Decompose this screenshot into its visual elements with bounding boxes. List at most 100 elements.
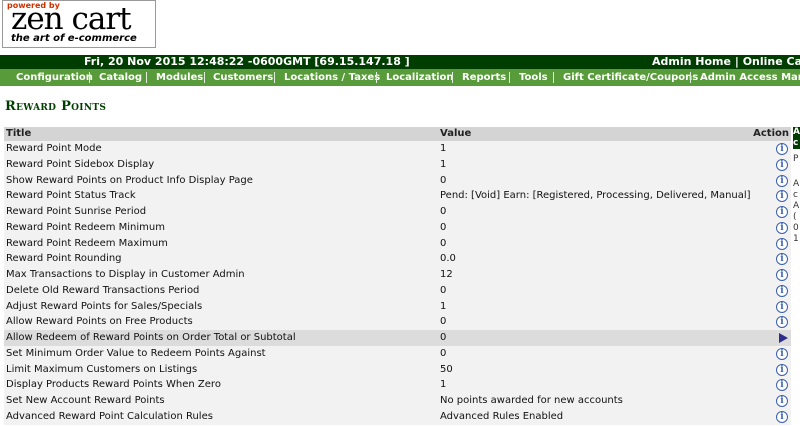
table-row[interactable]: Reward Point Rounding 0.0 i	[4, 251, 791, 267]
row-title: Display Products Reward Points When Zero	[6, 379, 221, 391]
current-row-arrow-icon[interactable]	[779, 333, 788, 343]
row-title: Limit Maximum Customers on Listings	[6, 363, 198, 375]
table-row[interactable]: Reward Point Status Track Pend: [Void] Ea…	[4, 188, 791, 204]
info-icon[interactable]: i	[776, 395, 788, 407]
online-catalog-link[interactable]: Online Catalog	[743, 55, 800, 68]
row-value: 50	[440, 363, 453, 375]
table-row[interactable]: Set Minimum Order Value to Redeem Points…	[4, 345, 791, 362]
row-title: Reward Point Status Track	[6, 190, 136, 202]
info-icon[interactable]: i	[776, 174, 788, 187]
column-header-action: Action	[753, 128, 789, 139]
menu-divider	[452, 72, 453, 83]
menu-reports[interactable]: Reports	[462, 69, 506, 86]
row-title: Reward Point Redeem Maximum	[6, 237, 168, 249]
table-row[interactable]: Show Reward Points on Product Info Displ…	[4, 172, 791, 189]
info-icon[interactable]: i	[776, 237, 788, 250]
info-icon[interactable]: i	[776, 143, 788, 155]
row-value: 0.0	[440, 253, 456, 265]
table-row[interactable]: Delete Old Reward Transactions Period 0 i	[4, 282, 791, 299]
page-title: Reward Points	[5, 99, 107, 114]
menu-divider	[509, 72, 510, 83]
table-row[interactable]: Reward Point Redeem Minimum 0 i	[4, 219, 791, 236]
info-icon[interactable]: i	[776, 190, 788, 203]
menu-divider	[376, 72, 377, 83]
zen-cart-logo[interactable]: powered by zen cart the art of e-commerc…	[2, 0, 156, 48]
info-icon[interactable]: i	[776, 206, 788, 218]
menu-divider	[274, 72, 275, 83]
row-title: Reward Point Sunrise Period	[6, 206, 147, 217]
table-row[interactable]: Advanced Reward Point Calculation Rules A…	[4, 408, 791, 425]
menu-gift-certificate-coupons[interactable]: Gift Certificate/Coupons	[563, 69, 698, 86]
row-title: Allow Redeem of Reward Points on Order T…	[6, 332, 296, 343]
table-body: Reward Point Mode 1 i Reward Point Sidebox …	[4, 141, 791, 425]
row-value: 0	[440, 332, 447, 343]
table-row[interactable]: Adjust Reward Points for Sales/Specials 1…	[4, 298, 791, 315]
menu-tools[interactable]: Tools	[519, 69, 548, 86]
info-icon[interactable]: i	[776, 300, 788, 313]
menu-localization[interactable]: Localization	[386, 69, 454, 86]
info-icon[interactable]: i	[776, 158, 788, 171]
table-row[interactable]: Limit Maximum Customers on Listings 50 i	[4, 361, 791, 378]
menu-admin-access-management[interactable]: Admin Access Management	[700, 69, 800, 86]
row-value: 1	[440, 143, 447, 154]
menu-customers[interactable]: Customers	[213, 69, 273, 86]
side-info-panel: A c P A c A ( 0 1	[793, 127, 800, 426]
table-row[interactable]: Reward Point Sunrise Period 0 i	[4, 204, 791, 220]
info-icon[interactable]: i	[776, 347, 788, 360]
row-value: Pend: [Void] Earn: [Registered, Processi…	[440, 190, 751, 202]
row-title: Reward Point Mode	[6, 143, 102, 154]
menu-locations-taxes[interactable]: Locations / Taxes	[284, 69, 380, 86]
logo-brand: zen cart	[11, 1, 132, 37]
table-row-selected[interactable]: Allow Redeem of Reward Points on Order T…	[4, 330, 791, 346]
side-header-char: A	[793, 127, 800, 137]
side-header-char: c	[793, 138, 799, 148]
logo-tagline: the art of e-commerce	[11, 33, 137, 44]
row-value: 1	[440, 379, 447, 391]
info-icon[interactable]: i	[776, 316, 788, 329]
row-value: 1	[440, 300, 447, 312]
row-value: 12	[440, 269, 453, 280]
row-title: Set New Account Reward Points	[6, 395, 165, 406]
info-icon[interactable]: i	[776, 410, 788, 423]
side-info-header: A c	[793, 127, 800, 149]
admin-home-link[interactable]: Admin Home	[652, 55, 731, 68]
header-separator: |	[734, 55, 739, 68]
table-row[interactable]: Allow Reward Points on Free Products 0 i	[4, 314, 791, 330]
table-row[interactable]: Reward Point Sidebox Display 1 i	[4, 156, 791, 173]
row-value: 0	[440, 316, 447, 328]
row-title: Show Reward Points on Product Info Displ…	[6, 174, 253, 186]
info-icon[interactable]: i	[776, 379, 788, 392]
admin-header-bar: Fri, 20 Nov 2015 12:48:22 -0600GMT [69.1…	[0, 55, 800, 69]
row-title: Reward Point Rounding	[6, 253, 122, 265]
admin-menu-bar: Configuration Catalog Modules Customers …	[0, 69, 800, 86]
info-icon[interactable]: i	[776, 363, 788, 376]
info-icon[interactable]: i	[776, 221, 788, 234]
side-text-char: P	[793, 154, 799, 164]
info-icon[interactable]: i	[776, 269, 788, 281]
row-title: Advanced Reward Point Calculation Rules	[6, 410, 213, 422]
table-row[interactable]: Max Transactions to Display in Customer …	[4, 267, 791, 283]
table-header-row: Title Value Action	[4, 127, 791, 141]
menu-divider	[553, 72, 554, 83]
row-value: 0	[440, 347, 447, 359]
side-text-char: 0	[793, 223, 799, 233]
menu-catalog[interactable]: Catalog	[99, 69, 142, 86]
table-row[interactable]: Reward Point Mode 1 i	[4, 141, 791, 157]
menu-divider	[146, 72, 147, 83]
menu-divider	[89, 72, 90, 83]
info-icon[interactable]: i	[776, 284, 788, 297]
row-value: 0	[440, 206, 447, 217]
column-header-value: Value	[440, 128, 472, 139]
side-text-char: A	[793, 179, 800, 189]
table-row[interactable]: Set New Account Reward Points No points a…	[4, 393, 791, 409]
menu-divider	[690, 72, 691, 83]
info-icon[interactable]: i	[776, 253, 788, 266]
row-title: Set Minimum Order Value to Redeem Points…	[6, 347, 266, 359]
table-row[interactable]: Display Products Reward Points When Zero…	[4, 377, 791, 393]
row-title: Reward Point Sidebox Display	[6, 158, 155, 170]
menu-divider	[204, 72, 205, 83]
row-value: 1	[440, 158, 447, 170]
menu-modules[interactable]: Modules	[156, 69, 203, 86]
menu-configuration[interactable]: Configuration	[16, 69, 93, 86]
table-row[interactable]: Reward Point Redeem Maximum 0 i	[4, 235, 791, 252]
